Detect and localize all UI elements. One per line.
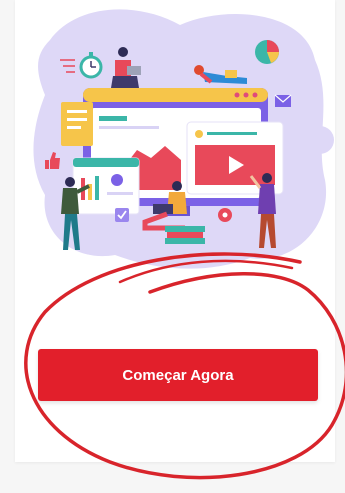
- checkbox-icon: [115, 208, 129, 222]
- mail-icon: [274, 94, 292, 107]
- app-screen: Começar Agora: [0, 0, 345, 493]
- pie-chart-icon: [255, 40, 279, 64]
- document-panel: [61, 102, 93, 146]
- start-now-button[interactable]: Começar Agora: [38, 349, 318, 401]
- stats-card: [72, 157, 140, 215]
- gear-icon: [218, 208, 232, 222]
- video-panel: [186, 121, 284, 195]
- hero-illustration: [33, 9, 334, 269]
- small-blob: [306, 126, 334, 154]
